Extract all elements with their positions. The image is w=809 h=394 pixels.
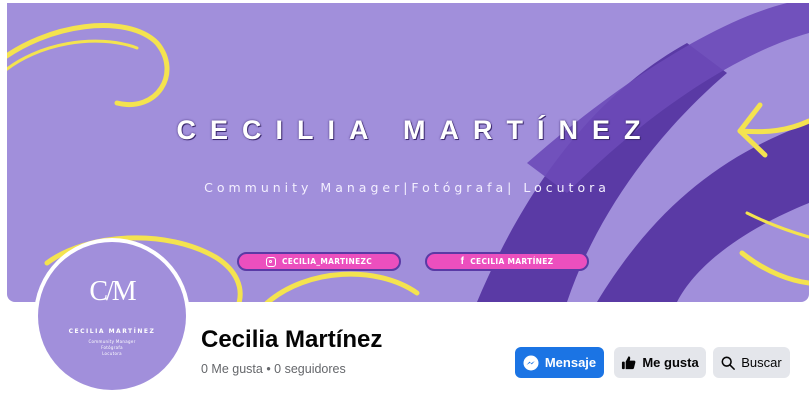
message-button[interactable]: Mensaje (515, 347, 604, 378)
thumbs-up-icon (622, 356, 636, 370)
search-button[interactable]: Buscar (713, 347, 790, 378)
avatar-name: CECILIA MARTÍNEZ (68, 328, 156, 335)
profile-stats[interactable]: 0 Me gusta • 0 seguidores (201, 362, 346, 376)
instagram-handle-pill: CECILIA_MARTINEZC (237, 252, 401, 271)
profile-name: Cecilia Martínez (201, 326, 383, 353)
avatar-line: Community Manager (88, 339, 136, 344)
facebook-handle-pill: f CECILIA MARTÍNEZ (425, 252, 589, 271)
instagram-handle: CECILIA_MARTINEZC (281, 257, 373, 266)
cover-subtitle: Community Manager|Fotógrafa| Locutora (204, 180, 610, 195)
like-label: Me gusta (642, 355, 699, 370)
avatar-line: Fotógrafa (101, 345, 123, 350)
instagram-icon (265, 256, 276, 267)
like-button[interactable]: Me gusta (614, 347, 706, 378)
avatar-image: C/M CECILIA MARTÍNEZ Community Manager F… (38, 242, 186, 390)
facebook-handle: CECILIA MARTÍNEZ (470, 257, 554, 266)
search-label: Buscar (741, 355, 782, 370)
cover-title: CECILIA MARTÍNEZ (176, 115, 655, 145)
search-icon (721, 356, 736, 370)
profile-avatar[interactable]: C/M CECILIA MARTÍNEZ Community Manager F… (34, 238, 190, 394)
avatar-monogram: C/M (89, 276, 136, 307)
messenger-icon (523, 355, 539, 370)
message-label: Mensaje (544, 355, 597, 370)
facebook-icon: f (460, 256, 465, 267)
avatar-line: Locutora (102, 351, 122, 356)
